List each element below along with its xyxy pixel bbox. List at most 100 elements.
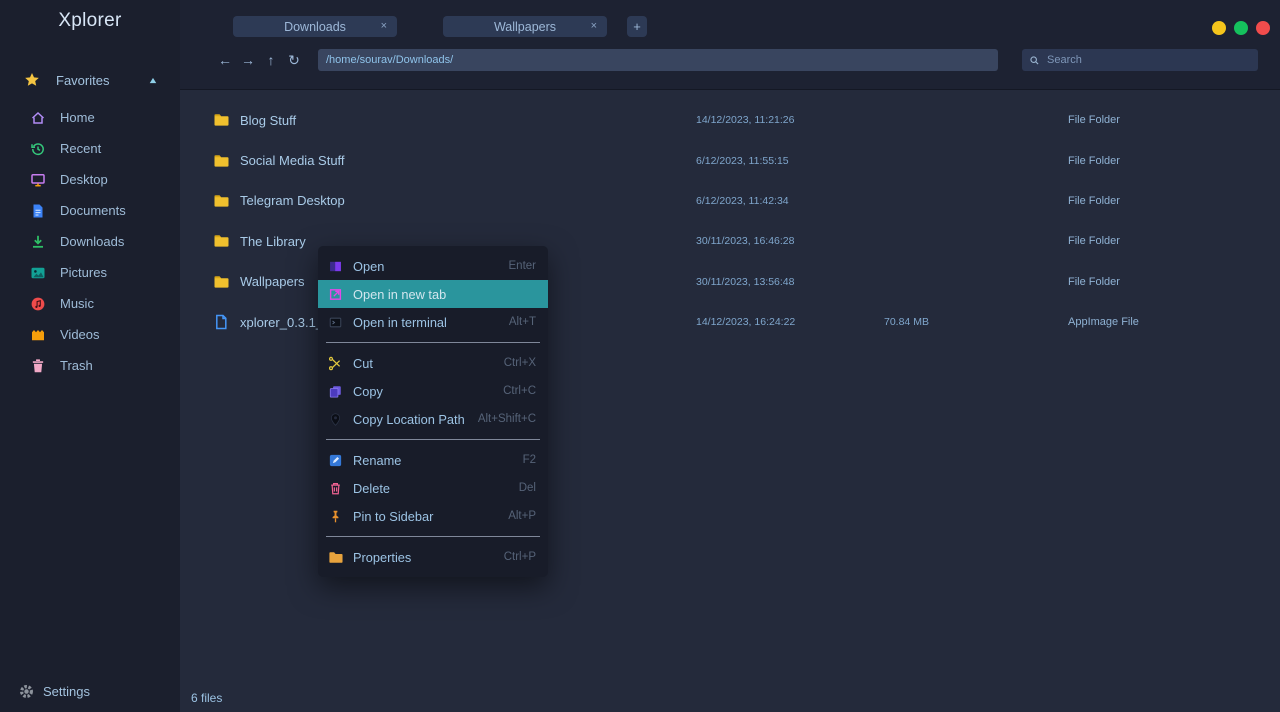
file-modified: 14/12/2023, 16:24:22 (696, 316, 796, 329)
file-row[interactable]: Social Media Stuff 6/12/2023, 11:55:15 F… (180, 140, 1280, 180)
sidebar-item[interactable]: Downloads (0, 226, 180, 257)
music-icon (30, 296, 46, 312)
favorites-section-header[interactable]: Favorites (0, 72, 180, 88)
sidebar-items: Home Recent Desktop Documents Downloads … (0, 102, 180, 381)
minimize-button[interactable] (1212, 21, 1226, 35)
settings-label: Settings (43, 684, 90, 699)
menu-item-shortcut: Ctrl+C (503, 385, 536, 397)
search-box[interactable] (1022, 49, 1258, 71)
file-row[interactable]: Telegram Desktop 6/12/2023, 11:42:34 Fil… (180, 181, 1280, 221)
tab[interactable]: Downloads × (233, 16, 397, 37)
menu-item-label: Open in terminal (353, 314, 447, 330)
file-modified: 30/11/2023, 13:56:48 (696, 275, 795, 288)
pictures-icon (30, 265, 46, 281)
context-menu-item[interactable]: Copy Location Path Alt+Shift+C (318, 405, 548, 433)
context-menu-item[interactable]: Open in terminal Alt+T (318, 308, 548, 336)
recent-icon (30, 141, 46, 157)
star-icon (24, 72, 40, 88)
file-type: File Folder (1068, 235, 1120, 248)
folder-icon (213, 193, 229, 209)
sidebar-item[interactable]: Desktop (0, 164, 180, 195)
sidebar-item[interactable]: Pictures (0, 257, 180, 288)
close-button[interactable] (1256, 21, 1270, 35)
back-button[interactable]: ← (218, 49, 232, 71)
file-name: xplorer_0.3.1_ (240, 314, 324, 330)
menu-item-shortcut: Alt+Shift+C (477, 413, 536, 425)
menu-item-label: Properties (353, 549, 412, 565)
sidebar-item-settings[interactable]: Settings (0, 683, 180, 712)
file-icon (213, 314, 229, 330)
menu-item-label: Copy (353, 383, 383, 399)
new-tab-button[interactable]: + (627, 16, 647, 37)
desktop-icon (30, 172, 46, 188)
sidebar-item[interactable]: Documents (0, 195, 180, 226)
xplorer-window: Xplorer Favorites Home Recent Desktop Do… (0, 0, 1280, 712)
tab-label: Downloads (284, 19, 346, 34)
file-type: AppImage File (1068, 316, 1139, 329)
menu-item-label: Pin to Sidebar (353, 508, 434, 524)
sidebar-item-label: Recent (60, 141, 102, 156)
context-menu-item[interactable]: Open Enter (318, 252, 548, 280)
menu-item-label: Cut (353, 355, 373, 371)
context-menu-item[interactable]: Open in new tab (318, 280, 548, 308)
downloads-icon (30, 234, 46, 250)
context-menu-item[interactable]: Delete Del (318, 474, 548, 502)
menu-item-shortcut: Alt+T (508, 316, 536, 328)
menu-item-label: Open (353, 258, 385, 274)
forward-button[interactable]: → (241, 49, 255, 71)
tab-close-icon[interactable]: × (381, 16, 387, 37)
sidebar-item[interactable]: Home (0, 102, 180, 133)
menu-item-label: Rename (353, 452, 402, 468)
menu-item-shortcut: F2 (522, 454, 536, 466)
sidebar-item-label: Music (60, 296, 94, 311)
folder-icon (213, 112, 229, 128)
file-modified: 6/12/2023, 11:42:34 (696, 194, 789, 207)
file-modified: 14/12/2023, 11:21:26 (696, 114, 795, 127)
sidebar-item-label: Trash (60, 358, 93, 373)
menu-item-shortcut: Alt+P (508, 510, 536, 522)
menu-item-label: Delete (353, 480, 390, 496)
menu-separator (326, 342, 540, 343)
file-area: Blog Stuff 14/12/2023, 11:21:26 File Fol… (180, 90, 1280, 712)
sidebar-item[interactable]: Trash (0, 350, 180, 381)
menu-item-shortcut: Enter (508, 260, 537, 272)
search-input[interactable] (1045, 53, 1251, 67)
file-type: File Folder (1068, 154, 1120, 167)
up-button[interactable]: ↑ (264, 49, 278, 71)
file-name: Telegram Desktop (240, 193, 345, 209)
tab-close-icon[interactable]: × (591, 16, 597, 37)
maximize-button[interactable] (1234, 21, 1248, 35)
context-menu-item[interactable]: Cut Ctrl+X (318, 349, 548, 377)
refresh-button[interactable]: ↻ (287, 49, 301, 71)
context-menu-item[interactable]: Rename F2 (318, 446, 548, 474)
file-modified: 6/12/2023, 11:55:15 (696, 154, 789, 167)
copy-icon (328, 384, 343, 399)
sidebar-item[interactable]: Recent (0, 133, 180, 164)
tab[interactable]: Wallpapers × (443, 16, 607, 37)
file-type: File Folder (1068, 114, 1120, 127)
file-row[interactable]: Blog Stuff 14/12/2023, 11:21:26 File Fol… (180, 100, 1280, 140)
path-input[interactable] (318, 49, 998, 71)
documents-icon (30, 203, 46, 219)
sidebar-item[interactable]: Music (0, 288, 180, 319)
sidebar-item[interactable]: Videos (0, 319, 180, 350)
sidebar-item-label: Downloads (60, 234, 125, 249)
tab-label: Wallpapers (493, 19, 557, 34)
context-menu-item[interactable]: Pin to Sidebar Alt+P (318, 502, 548, 530)
open-icon (328, 259, 343, 274)
location-pin-icon (328, 412, 343, 427)
app-title: Xplorer (58, 10, 122, 31)
delete-icon (328, 481, 343, 496)
context-menu-item[interactable]: Copy Ctrl+C (318, 377, 548, 405)
triangle-up-icon[interactable] (148, 75, 158, 85)
file-size: 70.84 MB (884, 316, 929, 329)
file-type: File Folder (1068, 194, 1120, 207)
file-name: Social Media Stuff (240, 153, 345, 169)
file-name: Wallpapers (240, 274, 305, 290)
open-new-tab-icon (328, 287, 343, 302)
menu-separator (326, 439, 540, 440)
context-menu-item[interactable]: Properties Ctrl+P (318, 543, 548, 571)
sidebar: Xplorer Favorites Home Recent Desktop Do… (0, 0, 180, 712)
trash-icon (30, 358, 46, 374)
menu-item-label: Open in new tab (353, 286, 447, 302)
